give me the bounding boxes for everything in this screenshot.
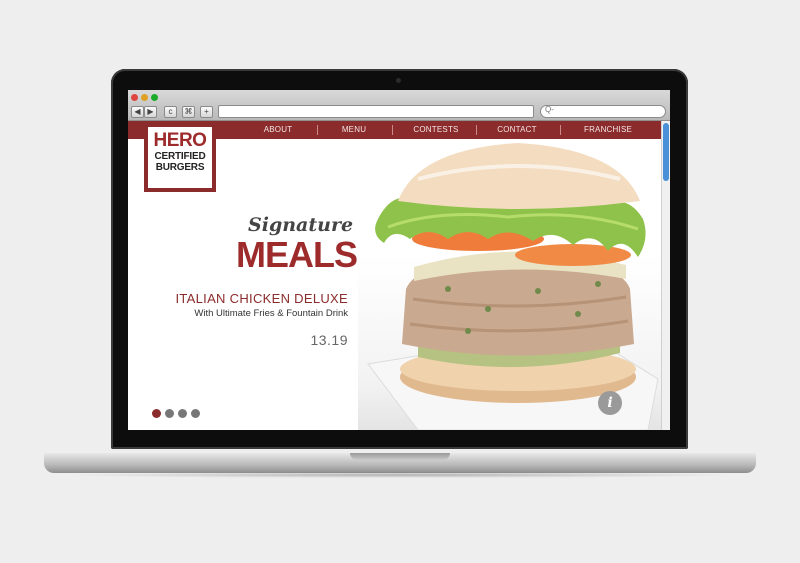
logo-hero-text: HERO: [153, 130, 207, 151]
slider-dot-2[interactable]: [165, 409, 174, 418]
nav-item-menu[interactable]: MENU: [332, 121, 376, 139]
burger-image: [358, 139, 662, 430]
slider-dot-4[interactable]: [191, 409, 200, 418]
nav-item-contests[interactable]: CONTESTS: [408, 121, 464, 139]
nav-item-contact[interactable]: CONTACT: [492, 121, 542, 139]
nav-item-about[interactable]: ABOUT: [256, 121, 300, 139]
logo-burgers-text: BURGERS: [155, 162, 205, 173]
bookmarks-button[interactable]: ⌘: [182, 106, 195, 118]
forward-button[interactable]: ▶: [144, 106, 157, 118]
slider-dot-1[interactable]: [152, 409, 161, 418]
camera: [396, 78, 401, 83]
item-description: With Ultimate Fries & Fountain Drink: [194, 308, 348, 319]
info-icon[interactable]: i: [598, 391, 622, 415]
scrollbar-thumb[interactable]: [663, 123, 669, 181]
nav-item-franchise[interactable]: FRANCHISE: [578, 121, 638, 139]
minimize-window-button[interactable]: [141, 94, 148, 101]
meals-heading: MEALS: [236, 234, 358, 275]
search-input[interactable]: Q-: [540, 105, 666, 118]
logo[interactable]: HERO CERTIFIED BURGERS: [144, 123, 216, 192]
search-icon: Q-: [545, 105, 554, 114]
address-bar[interactable]: [218, 105, 534, 118]
browser-toolbar: ◀ ▶ c ⌘ + Q-: [128, 90, 670, 121]
signature-heading: Signature: [248, 214, 354, 236]
laptop-notch: [350, 453, 450, 460]
screen: ◀ ▶ c ⌘ + Q- ABOUT MENU CONTESTS CONTACT…: [128, 90, 670, 430]
slider-dots: [152, 405, 204, 423]
logo-certified-text: CERTIFIED: [154, 151, 206, 162]
back-button[interactable]: ◀: [131, 106, 144, 118]
nav-divider: [560, 125, 561, 135]
laptop-shadow: [60, 472, 740, 478]
nav-divider: [317, 125, 318, 135]
nav-divider: [392, 125, 393, 135]
item-price: 13.19: [310, 332, 348, 348]
burger-illustration: [367, 143, 659, 430]
reload-button[interactable]: c: [164, 106, 177, 118]
zoom-window-button[interactable]: [151, 94, 158, 101]
nav-divider: [476, 125, 477, 135]
item-name: ITALIAN CHICKEN DELUXE: [175, 291, 348, 306]
slider-dot-3[interactable]: [178, 409, 187, 418]
close-window-button[interactable]: [131, 94, 138, 101]
new-tab-button[interactable]: +: [200, 106, 213, 118]
scrollbar[interactable]: [661, 121, 670, 430]
